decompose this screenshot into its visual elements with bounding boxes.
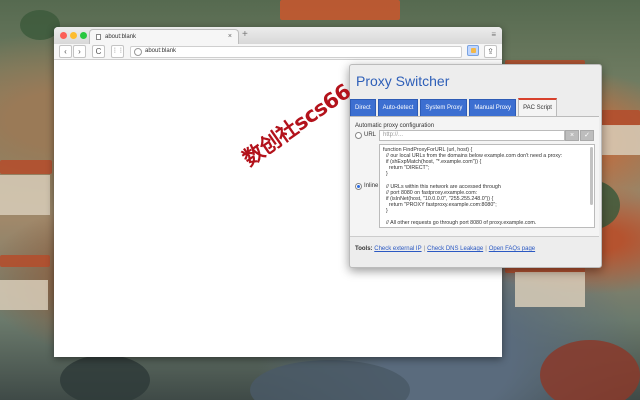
section-label: Automatic proxy configuration bbox=[355, 123, 435, 129]
browser-tab[interactable]: about:blank × bbox=[89, 29, 239, 45]
minimize-window-button[interactable] bbox=[70, 32, 77, 39]
tab-pac-script[interactable]: PAC Script bbox=[518, 98, 557, 118]
tab-system-proxy[interactable]: System Proxy bbox=[420, 99, 468, 117]
browser-toolbar: ‹ › C ⋮⋮ about:blank ⇪ bbox=[54, 44, 502, 60]
check-dns-leakage-link[interactable]: Check DNS Leakage bbox=[427, 246, 483, 252]
forward-button[interactable]: › bbox=[73, 45, 86, 58]
tab-manual-proxy[interactable]: Manual Proxy bbox=[469, 99, 517, 117]
proxy-switcher-extension-icon[interactable] bbox=[467, 45, 479, 56]
pac-url-input[interactable]: http://... bbox=[379, 130, 565, 141]
clear-url-button[interactable]: × bbox=[565, 130, 579, 141]
title-bar: about:blank × + ≡ bbox=[54, 27, 502, 45]
tools-separator: | bbox=[485, 246, 487, 252]
reload-button[interactable]: C bbox=[92, 45, 105, 58]
inline-script-editor[interactable]: function FindProxyForURL (url, host) { /… bbox=[379, 144, 595, 228]
tab-title: about:blank bbox=[105, 34, 137, 40]
tools-separator: | bbox=[423, 246, 426, 252]
check-external-ip-link[interactable]: Check external IP bbox=[374, 246, 421, 252]
apps-button[interactable]: ⋮⋮ bbox=[111, 45, 124, 58]
tools-label: Tools: bbox=[355, 246, 373, 252]
page-icon bbox=[96, 34, 101, 40]
pac-script-panel: Automatic proxy configuration URL http:/… bbox=[350, 116, 599, 237]
share-button[interactable]: ⇪ bbox=[484, 45, 497, 58]
globe-icon bbox=[134, 48, 142, 56]
tab-close-icon[interactable]: × bbox=[228, 33, 232, 40]
address-text[interactable]: about:blank bbox=[145, 48, 176, 54]
inline-radio-label: Inline bbox=[364, 183, 379, 189]
scrollbar[interactable] bbox=[590, 147, 593, 205]
mode-tabs: Direct Auto-detect System Proxy Manual P… bbox=[350, 98, 559, 118]
new-tab-button[interactable]: + bbox=[242, 29, 248, 40]
tab-auto-detect[interactable]: Auto-detect bbox=[377, 99, 419, 117]
url-radio-label: URL bbox=[364, 132, 377, 138]
inline-radio[interactable] bbox=[355, 183, 362, 190]
inline-script-text[interactable]: function FindProxyForURL (url, host) { /… bbox=[380, 145, 594, 227]
close-window-button[interactable] bbox=[60, 32, 67, 39]
proxy-switcher-popup: Proxy Switcher Direct Auto-detect System… bbox=[349, 64, 602, 268]
back-button[interactable]: ‹ bbox=[59, 45, 72, 58]
address-bar[interactable]: about:blank bbox=[130, 46, 462, 58]
popup-title: Proxy Switcher bbox=[356, 73, 450, 89]
apply-url-button[interactable]: ✓ bbox=[580, 130, 594, 141]
maximize-window-button[interactable] bbox=[80, 32, 87, 39]
open-faqs-link[interactable]: Open FAQs page bbox=[489, 246, 535, 252]
url-radio[interactable] bbox=[355, 132, 362, 139]
menu-icon[interactable]: ≡ bbox=[491, 30, 496, 39]
tools-bar: Tools: Check external IP | Check DNS Leaka… bbox=[355, 246, 535, 252]
